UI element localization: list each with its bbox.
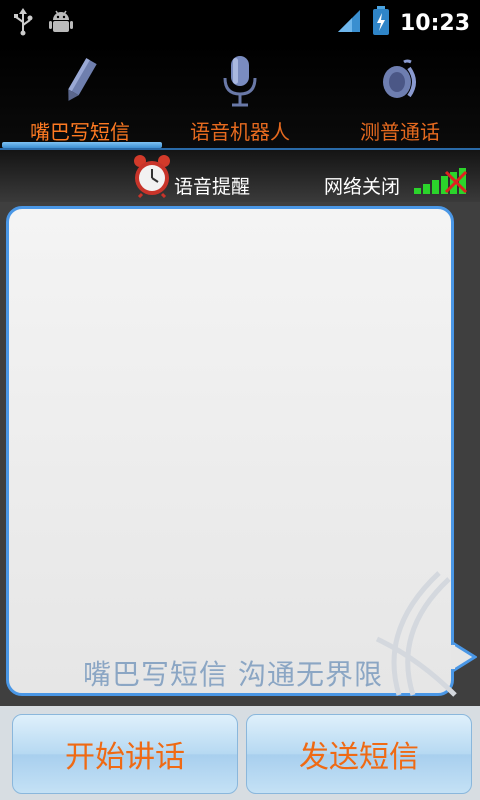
message-area: 嘴巴写短信 沟通无界限 <box>0 202 480 706</box>
tab-voice-sms[interactable]: 嘴巴写短信 <box>0 44 160 150</box>
cell-signal-icon <box>336 8 362 38</box>
battery-charging-icon <box>372 6 390 40</box>
tab-voice-robot[interactable]: 语音机器人 <box>160 44 320 150</box>
tab-label: 测普通话 <box>360 120 440 144</box>
tab-label: 语音机器人 <box>190 120 290 144</box>
slogan-text: 嘴巴写短信 沟通无界限 <box>83 658 383 691</box>
send-sms-button[interactable]: 发送短信 <box>246 714 472 794</box>
start-speaking-button[interactable]: 开始讲话 <box>12 714 238 794</box>
bubble-tail-icon <box>451 642 477 672</box>
info-strip: 语音提醒 网络关闭 <box>0 150 480 202</box>
tab-label: 嘴巴写短信 <box>30 120 130 144</box>
usb-icon <box>12 8 34 40</box>
microphone-icon <box>220 54 260 108</box>
network-status-label: 网络关闭 <box>324 176 401 198</box>
message-bubble[interactable]: 嘴巴写短信 沟通无界限 <box>6 206 457 697</box>
bottom-bar: 开始讲话 发送短信 <box>0 706 480 800</box>
status-time: 10:23 <box>399 10 470 36</box>
pencil-icon <box>60 54 100 108</box>
tab-bar: 嘴巴写短信 语音机器人 测普通话 <box>0 44 480 150</box>
speaker-wave-icon <box>377 54 423 108</box>
tab-mandarin-test[interactable]: 测普通话 <box>320 44 480 150</box>
android-debug-icon <box>48 8 74 40</box>
alarm-clock-icon[interactable] <box>132 154 172 202</box>
status-bar: 10:23 <box>0 0 480 44</box>
network-signal-off-icon <box>412 164 472 200</box>
voice-reminder-label[interactable]: 语音提醒 <box>174 172 250 199</box>
